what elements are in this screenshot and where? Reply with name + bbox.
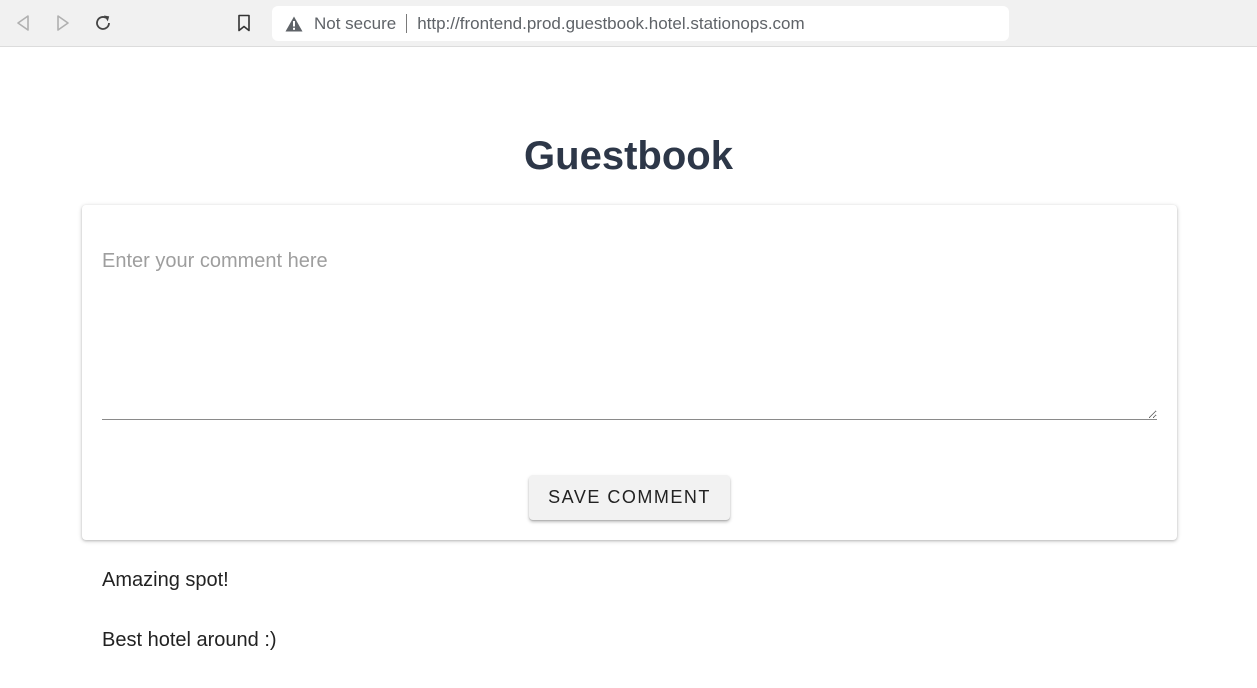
arrow-right-icon — [55, 14, 71, 32]
address-divider — [406, 14, 408, 33]
warning-triangle-icon[interactable] — [285, 16, 303, 32]
save-comment-button[interactable]: SAVE COMMENT — [529, 475, 730, 520]
comment-item: Amazing spot! — [102, 569, 229, 591]
address-bar[interactable]: Not secure http://frontend.prod.guestboo… — [272, 6, 1009, 41]
page-title: Guestbook — [524, 134, 733, 178]
bookmark-icon — [237, 14, 251, 32]
browser-toolbar: Not secure http://frontend.prod.guestboo… — [0, 0, 1257, 47]
bookmark-button[interactable] — [229, 8, 259, 38]
comments-list: Amazing spot! Best hotel around :) — [102, 568, 277, 688]
security-label[interactable]: Not secure — [314, 14, 396, 34]
comment-form-card: SAVE COMMENT — [82, 205, 1177, 540]
reload-icon — [93, 13, 113, 33]
comment-input[interactable] — [102, 245, 1157, 420]
url-text[interactable]: http://frontend.prod.guestbook.hotel.sta… — [417, 14, 804, 34]
forward-button[interactable] — [48, 8, 78, 38]
arrow-left-icon — [15, 14, 31, 32]
comment-item: Best hotel around :) — [102, 629, 277, 651]
reload-button[interactable] — [88, 8, 118, 38]
back-button[interactable] — [8, 8, 38, 38]
